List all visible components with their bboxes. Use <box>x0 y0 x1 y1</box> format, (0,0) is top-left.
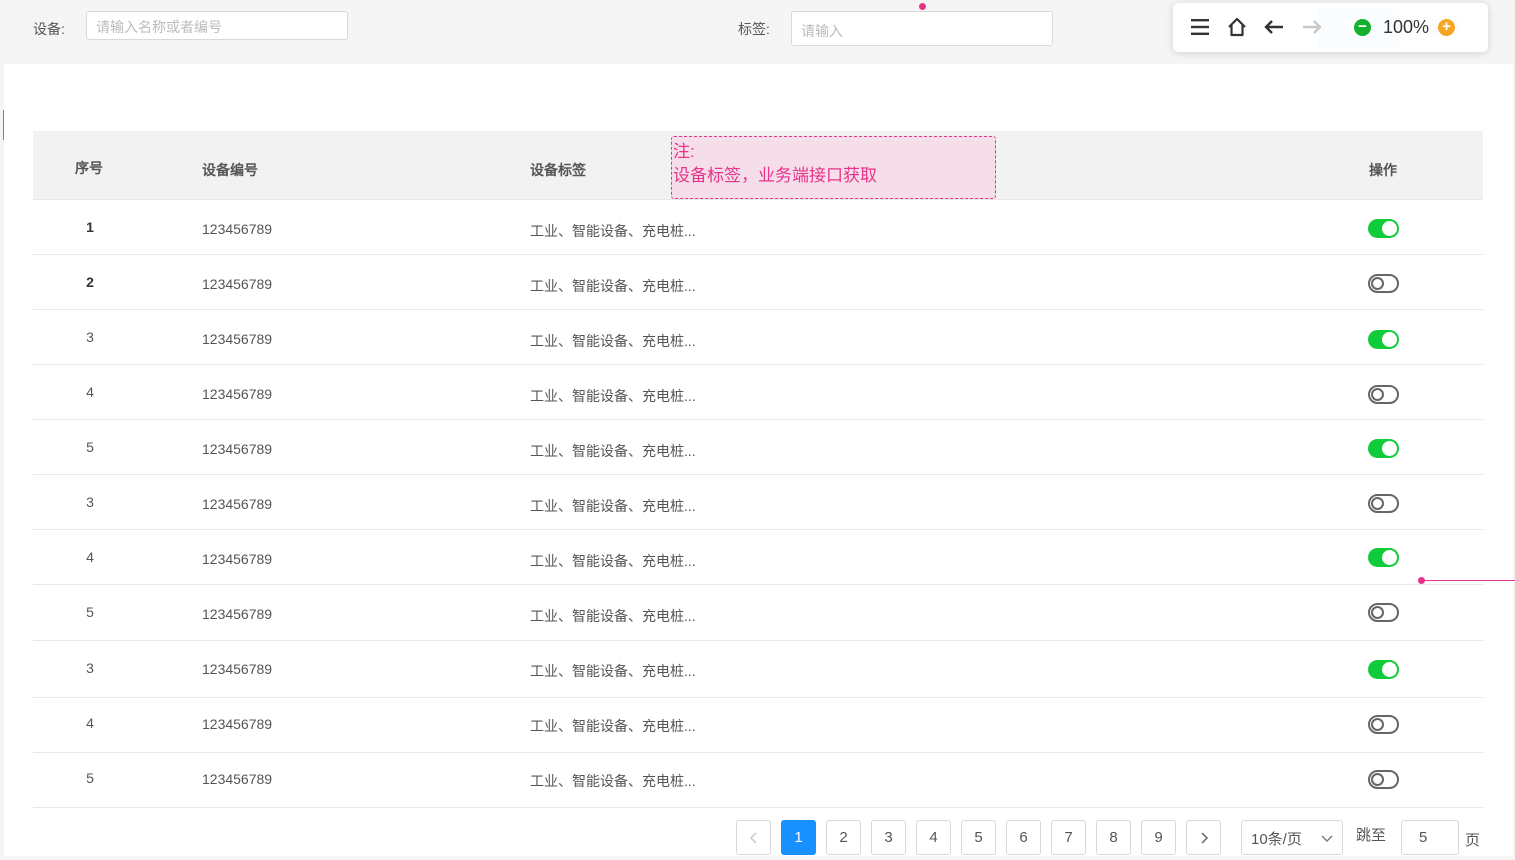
page-button[interactable]: 2 <box>826 820 861 855</box>
row-index: 2 <box>86 274 94 290</box>
zoom-out-icon[interactable]: − <box>1354 19 1371 36</box>
page-button[interactable]: 4 <box>916 820 951 855</box>
row-index: 3 <box>86 494 94 510</box>
menu-icon[interactable] <box>1189 16 1211 38</box>
row-index: 5 <box>86 439 94 455</box>
table-row: 5 123456789 工业、智能设备、充电桩... <box>33 420 1483 475</box>
table-row: 4 123456789 工业、智能设备、充电桩... <box>33 698 1483 753</box>
jump-label: 跳至 <box>1356 827 1387 844</box>
annotation-connector-line <box>1422 580 1515 581</box>
status-toggle[interactable] <box>1368 660 1399 679</box>
page-size-value: 10条/页 <box>1251 831 1302 848</box>
device-filter-label: 设备: <box>33 21 65 37</box>
row-device-tags: 工业、智能设备、充电桩... <box>530 223 696 239</box>
table-row: 5 123456789 工业、智能设备、充电桩... <box>33 585 1483 641</box>
row-device-tags: 工业、智能设备、充电桩... <box>530 608 696 624</box>
chevron-right-icon <box>1200 832 1208 844</box>
row-index: 3 <box>86 660 94 676</box>
row-index: 5 <box>86 604 94 620</box>
annotation-dot-top <box>919 3 926 10</box>
zoom-in-icon[interactable]: + <box>1438 19 1455 36</box>
status-toggle[interactable] <box>1368 385 1399 404</box>
status-toggle[interactable] <box>1368 439 1399 458</box>
status-toggle[interactable] <box>1368 770 1399 789</box>
row-device-tags: 工业、智能设备、充电桩... <box>530 498 696 514</box>
table-row: 5 123456789 工业、智能设备、充电桩... <box>33 753 1483 808</box>
table-row: 3 123456789 工业、智能设备、充电桩... <box>33 641 1483 698</box>
viewer-toolbar: − 100% + <box>1173 3 1488 52</box>
row-device-tags: 工业、智能设备、充电桩... <box>530 388 696 404</box>
row-index: 1 <box>86 219 94 235</box>
page-size-select[interactable]: 10条/页 <box>1241 820 1343 855</box>
row-device-tags: 工业、智能设备、充电桩... <box>530 718 696 734</box>
row-device-code: 123456789 <box>202 606 273 622</box>
row-index: 4 <box>86 715 94 731</box>
status-toggle[interactable] <box>1368 715 1399 734</box>
jump-page-input[interactable]: 5 <box>1401 820 1459 855</box>
header-action: 操作 <box>1369 162 1397 178</box>
row-device-tags: 工业、智能设备、充电桩... <box>530 443 696 459</box>
header-device-tags: 设备标签 <box>530 162 586 178</box>
page-button[interactable]: 1 <box>781 820 816 855</box>
table-row: 4 123456789 工业、智能设备、充电桩... <box>33 530 1483 585</box>
row-device-code: 123456789 <box>202 496 273 512</box>
row-device-code: 123456789 <box>202 331 273 347</box>
row-device-tags: 工业、智能设备、充电桩... <box>530 278 696 294</box>
row-device-code: 123456789 <box>202 276 273 292</box>
row-device-code: 123456789 <box>202 771 273 787</box>
row-index: 4 <box>86 549 94 565</box>
row-device-tags: 工业、智能设备、充电桩... <box>530 663 696 679</box>
chevron-down-icon <box>1321 835 1333 842</box>
table-row: 3 123456789 工业、智能设备、充电桩... <box>33 310 1483 365</box>
row-device-tags: 工业、智能设备、充电桩... <box>530 333 696 349</box>
table-row: 2 123456789 工业、智能设备、充电桩... <box>33 255 1483 310</box>
page-button[interactable]: 7 <box>1051 820 1086 855</box>
tag-search-input[interactable]: 请输入 <box>791 11 1053 46</box>
status-toggle[interactable] <box>1368 219 1399 238</box>
status-toggle[interactable] <box>1368 274 1399 293</box>
arrow-right-icon[interactable] <box>1301 16 1323 38</box>
page-button[interactable]: 3 <box>871 820 906 855</box>
row-device-code: 123456789 <box>202 661 273 677</box>
table-row: 4 123456789 工业、智能设备、充电桩... <box>33 365 1483 420</box>
prev-page-button[interactable] <box>736 820 771 855</box>
row-device-code: 123456789 <box>202 221 273 237</box>
zoom-level: 100% <box>1383 17 1430 37</box>
chevron-left-icon <box>749 832 757 844</box>
row-device-code: 123456789 <box>202 716 273 732</box>
row-device-tags: 工业、智能设备、充电桩... <box>530 553 696 569</box>
row-index: 5 <box>86 770 94 786</box>
annotation-note-text: 设备标签，业务端接口获取 <box>673 166 877 185</box>
page-button[interactable]: 8 <box>1096 820 1131 855</box>
status-toggle[interactable] <box>1368 494 1399 513</box>
row-index: 4 <box>86 384 94 400</box>
row-index: 3 <box>86 329 94 345</box>
table-row: 1 123456789 工业、智能设备、充电桩... <box>33 200 1483 255</box>
row-device-code: 123456789 <box>202 386 273 402</box>
tag-filter-label: 标签: <box>738 21 770 37</box>
arrow-left-icon[interactable] <box>1263 16 1285 38</box>
status-toggle[interactable] <box>1368 330 1399 349</box>
status-toggle[interactable] <box>1368 603 1399 622</box>
row-device-code: 123456789 <box>202 441 273 457</box>
status-toggle[interactable] <box>1368 548 1399 567</box>
table-row: 3 123456789 工业、智能设备、充电桩... <box>33 475 1483 530</box>
page-button[interactable]: 6 <box>1006 820 1041 855</box>
page-unit-label: 页 <box>1465 832 1481 849</box>
row-device-code: 123456789 <box>202 551 273 567</box>
page-button[interactable]: 9 <box>1141 820 1176 855</box>
page-button[interactable]: 5 <box>961 820 996 855</box>
device-search-input[interactable]: 请输入名称或者编号 <box>86 11 348 40</box>
annotation-note: 注: 设备标签，业务端接口获取 <box>671 136 996 199</box>
home-icon[interactable] <box>1226 16 1248 38</box>
header-index: 序号 <box>75 160 103 176</box>
row-device-tags: 工业、智能设备、充电桩... <box>530 773 696 789</box>
next-page-button[interactable] <box>1186 820 1221 855</box>
header-device-code: 设备编号 <box>202 162 258 178</box>
annotation-note-title: 注: <box>673 142 695 161</box>
